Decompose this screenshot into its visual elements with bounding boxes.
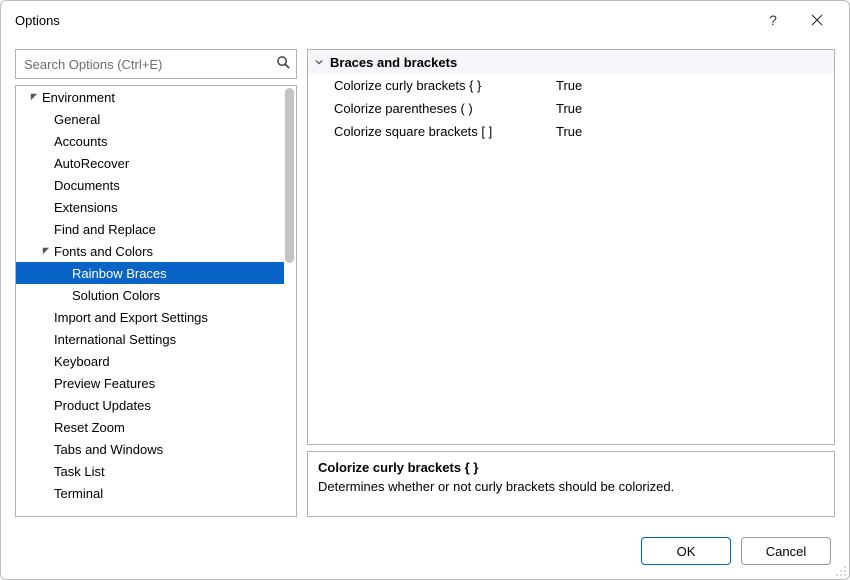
chevron-down-icon	[28, 93, 40, 101]
property-category-row[interactable]: Braces and brackets	[308, 50, 834, 74]
tree-node-label: Terminal	[54, 486, 103, 501]
search-wrapper	[15, 49, 297, 79]
property-category-label: Braces and brackets	[330, 55, 457, 70]
tree-node[interactable]: Environment	[16, 86, 284, 108]
tree-node-label: Find and Replace	[54, 222, 156, 237]
tree-node-label: Product Updates	[54, 398, 151, 413]
help-icon: ?	[769, 12, 777, 28]
chevron-down-icon	[312, 58, 326, 66]
tree-node[interactable]: Reset Zoom	[16, 416, 284, 438]
ok-button[interactable]: OK	[641, 537, 731, 565]
cancel-button[interactable]: Cancel	[741, 537, 831, 565]
property-grid: Braces and brackets Colorize curly brack…	[307, 49, 835, 445]
tree-node[interactable]: Accounts	[16, 130, 284, 152]
property-row[interactable]: Colorize parentheses ( )True	[308, 97, 834, 120]
tree-scrollbar[interactable]	[285, 88, 294, 263]
help-button[interactable]: ?	[751, 5, 795, 35]
tree-node[interactable]: Preview Features	[16, 372, 284, 394]
dialog-footer: OK Cancel	[1, 523, 849, 579]
tree-node[interactable]: Fonts and Colors	[16, 240, 284, 262]
property-value[interactable]: True	[552, 101, 834, 116]
tree-node-label: Solution Colors	[72, 288, 160, 303]
options-tree[interactable]: Environment General Accounts AutoRecover Doc…	[16, 86, 296, 516]
property-row[interactable]: Colorize curly brackets { }True	[308, 74, 834, 97]
property-name: Colorize parentheses ( )	[308, 101, 552, 116]
tree-node[interactable]: AutoRecover	[16, 152, 284, 174]
tree-node[interactable]: Import and Export Settings	[16, 306, 284, 328]
property-value[interactable]: True	[552, 78, 834, 93]
close-button[interactable]	[795, 5, 839, 35]
tree-node-label: Documents	[54, 178, 120, 193]
property-value[interactable]: True	[552, 124, 834, 139]
window-title: Options	[15, 13, 60, 28]
tree-node-label: Extensions	[54, 200, 118, 215]
tree-node-label: Keyboard	[54, 354, 110, 369]
description-panel: Colorize curly brackets { } Determines w…	[307, 451, 835, 517]
tree-node-label: Rainbow Braces	[72, 266, 167, 281]
tree-node[interactable]: General	[16, 108, 284, 130]
tree-node-label: Preview Features	[54, 376, 155, 391]
titlebar: Options ?	[1, 1, 849, 39]
tree-node[interactable]: Tabs and Windows	[16, 438, 284, 460]
tree-node[interactable]: Find and Replace	[16, 218, 284, 240]
tree-node[interactable]: Product Updates	[16, 394, 284, 416]
tree-node-label: Tabs and Windows	[54, 442, 163, 457]
tree-node[interactable]: Task List	[16, 460, 284, 482]
description-body: Determines whether or not curly brackets…	[318, 479, 824, 494]
search-icon[interactable]	[276, 55, 291, 73]
tree-node-label: Environment	[42, 90, 115, 105]
tree-node-label: Fonts and Colors	[54, 244, 153, 259]
options-dialog: Options ? Environment	[0, 0, 850, 580]
tree-node-label: General	[54, 112, 100, 127]
property-name: Colorize curly brackets { }	[308, 78, 552, 93]
tree-node-label: Reset Zoom	[54, 420, 125, 435]
resize-grip-icon[interactable]	[833, 563, 847, 577]
property-row[interactable]: Colorize square brackets [ ]True	[308, 120, 834, 143]
tree-node[interactable]: Terminal	[16, 482, 284, 504]
tree-node-label: AutoRecover	[54, 156, 129, 171]
tree-node-label: International Settings	[54, 332, 176, 347]
search-input[interactable]	[15, 49, 297, 79]
tree-node-label: Task List	[54, 464, 105, 479]
tree-node[interactable]: Extensions	[16, 196, 284, 218]
property-name: Colorize square brackets [ ]	[308, 124, 552, 139]
tree-node[interactable]: International Settings	[16, 328, 284, 350]
chevron-down-icon	[40, 247, 52, 255]
tree-node[interactable]: Keyboard	[16, 350, 284, 372]
tree-node-label: Import and Export Settings	[54, 310, 208, 325]
tree-node[interactable]: Solution Colors	[16, 284, 284, 306]
tree-panel: Environment General Accounts AutoRecover Doc…	[15, 85, 297, 517]
tree-node-label: Accounts	[54, 134, 107, 149]
description-title: Colorize curly brackets { }	[318, 460, 824, 475]
tree-node[interactable]: Rainbow Braces	[16, 262, 284, 284]
close-icon	[811, 14, 823, 26]
tree-node[interactable]: Documents	[16, 174, 284, 196]
